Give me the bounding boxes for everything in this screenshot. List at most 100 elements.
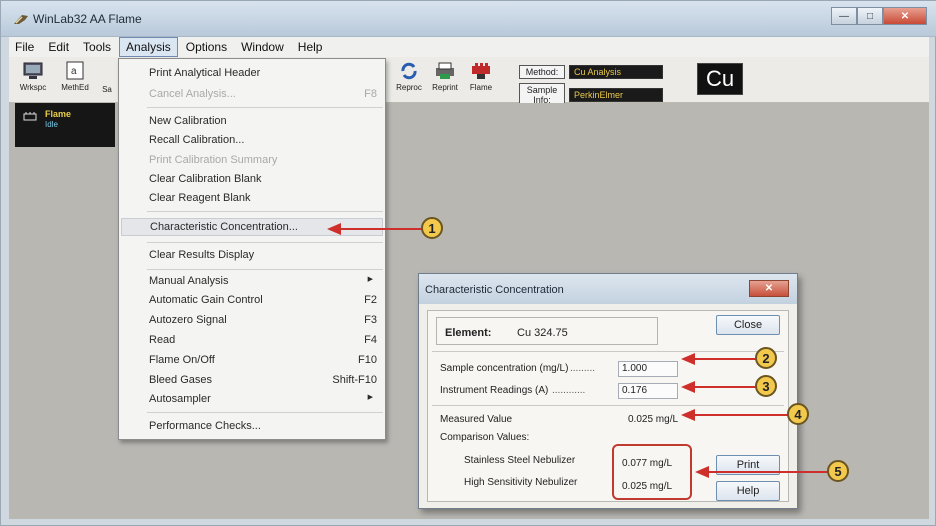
menu-recall-calibration[interactable]: Recall Calibration...: [149, 134, 379, 146]
sample-concentration-label: Sample concentration (mg/L): [440, 363, 569, 374]
menu-separator: [147, 107, 383, 108]
sample-button-label: Sa: [102, 85, 112, 94]
menu-separator: [147, 211, 383, 212]
sample-concentration-input[interactable]: 1.000: [618, 361, 678, 377]
flame-button[interactable]: Flame: [461, 61, 501, 99]
arrow-line-4: [693, 414, 789, 416]
dialog-title: Characteristic Concentration: [425, 284, 564, 296]
reprocess-icon: [401, 62, 417, 80]
stainless-steel-nebulizer-label: Stainless Steel Nebulizer: [464, 455, 576, 466]
instrument-readings-label: Instrument Readings (A): [440, 385, 549, 396]
menu-bleed-gases[interactable]: Bleed Gases Shift-F10: [149, 374, 379, 386]
arrow-line-2: [693, 358, 757, 360]
callout-1: 1: [421, 217, 443, 239]
menu-help[interactable]: Help: [292, 38, 329, 56]
menu-options[interactable]: Options: [180, 38, 233, 56]
menu-new-calibration[interactable]: New Calibration: [149, 115, 379, 127]
menu-autozero-signal[interactable]: Autozero Signal F3: [149, 314, 379, 326]
menu-print-calibration-summary[interactable]: Print Calibration Summary: [149, 154, 379, 166]
instrument-readings-input[interactable]: 0.176: [618, 383, 678, 399]
method-editor-button[interactable]: a MethEd: [55, 61, 95, 99]
sample-info-value: PerkinElmer: [569, 88, 663, 102]
menu-analysis[interactable]: Analysis: [119, 37, 178, 57]
menu-separator: [147, 242, 383, 243]
menu-flame-on-off[interactable]: Flame On/Off F10: [149, 354, 379, 366]
menu-file[interactable]: File: [9, 38, 40, 56]
reprocess-button[interactable]: Reproc: [389, 61, 429, 99]
measured-value-label: Measured Value: [440, 414, 513, 425]
reprint-button-label: Reprint: [432, 83, 458, 92]
method-editor-button-label: MethEd: [61, 83, 89, 92]
menu-clear-calibration-blank[interactable]: Clear Calibration Blank: [149, 173, 379, 185]
close-button[interactable]: Close: [716, 315, 780, 335]
printer-icon: [436, 62, 454, 79]
dialog-close-x-button[interactable]: ✕: [749, 280, 789, 297]
method-row: Method: Cu Analysis: [519, 65, 663, 79]
comparison-values-highlight: [612, 444, 692, 500]
reprocess-button-label: Reproc: [396, 83, 422, 92]
workspace-button-label: Wrkspc: [19, 83, 47, 92]
leader-dots: ............: [552, 385, 586, 396]
menu-performance-checks[interactable]: Performance Checks...: [149, 420, 379, 432]
element-info-box: Element: Cu 324.75: [436, 317, 658, 345]
menu-cancel-analysis[interactable]: Cancel Analysis... F8: [149, 88, 379, 100]
submenu-arrow-icon: ▶: [367, 276, 373, 283]
minimize-button[interactable]: —: [831, 7, 857, 25]
measured-value: 0.025 mg/L: [628, 414, 679, 425]
arrow-line-1: [339, 228, 423, 230]
title-bar: WinLab32 AA Flame — □ ✕: [1, 1, 936, 37]
flame-burner-icon: [472, 63, 490, 79]
menu-print-analytical-header[interactable]: Print Analytical Header: [149, 67, 379, 79]
menu-automatic-gain-control[interactable]: Automatic Gain Control F2: [149, 294, 379, 306]
menu-clear-reagent-blank[interactable]: Clear Reagent Blank: [149, 192, 379, 204]
callout-2: 2: [755, 347, 777, 369]
arrow-line-3: [693, 386, 757, 388]
burner-status-icon: [23, 112, 37, 121]
method-value: Cu Analysis: [569, 65, 663, 79]
status-idle-label: Idle: [45, 120, 58, 129]
menu-separator: [147, 269, 383, 270]
analysis-dropdown-menu: Print Analytical Header Cancel Analysis.…: [118, 58, 386, 440]
comparison-values-label: Comparison Values:: [440, 432, 530, 443]
app-logo-icon: [14, 15, 28, 24]
element-value: Cu 324.75: [517, 327, 568, 339]
menu-autosampler[interactable]: Autosampler ▶: [149, 393, 379, 405]
method-label: Method:: [519, 65, 565, 79]
arrow-line-5: [707, 471, 829, 473]
workspace-button[interactable]: Wrkspc: [13, 61, 53, 99]
window-title: WinLab32 AA Flame: [33, 12, 142, 26]
window-controls: — □ ✕: [831, 7, 927, 25]
reprint-button[interactable]: Reprint: [425, 61, 465, 99]
element-label: Element:: [445, 327, 492, 339]
menu-bar: File Edit Tools Analysis Options Window …: [9, 37, 929, 57]
help-button[interactable]: Help: [716, 481, 780, 501]
workspace-icon: [23, 62, 43, 79]
menu-characteristic-concentration[interactable]: Characteristic Concentration...: [121, 218, 383, 236]
svg-text:a: a: [71, 66, 77, 77]
flame-button-label: Flame: [469, 83, 493, 92]
high-sensitivity-nebulizer-label: High Sensitivity Nebulizer: [464, 477, 578, 488]
close-window-button[interactable]: ✕: [883, 7, 927, 25]
dialog-body: Element: Cu 324.75 Close Sample concentr…: [427, 310, 789, 502]
sample-button[interactable]: Sa: [97, 61, 117, 99]
menu-manual-analysis[interactable]: Manual Analysis ▶: [149, 275, 379, 287]
leader-dots: .........: [570, 363, 596, 374]
callout-4: 4: [787, 403, 809, 425]
dialog-title-bar: Characteristic Concentration ✕: [419, 274, 797, 304]
menu-read[interactable]: Read F4: [149, 334, 379, 346]
element-badge: Cu: [697, 63, 743, 95]
flame-status-tile[interactable]: Flame Idle: [15, 103, 115, 147]
callout-3: 3: [755, 375, 777, 397]
characteristic-concentration-dialog: Characteristic Concentration ✕ Element: …: [418, 273, 798, 509]
menu-window[interactable]: Window: [235, 38, 290, 56]
menu-clear-results-display[interactable]: Clear Results Display: [149, 249, 379, 261]
divider: [432, 405, 784, 406]
method-editor-icon: a: [66, 61, 84, 80]
callout-5: 5: [827, 460, 849, 482]
maximize-button[interactable]: □: [857, 7, 883, 25]
menu-edit[interactable]: Edit: [42, 38, 75, 56]
divider: [432, 351, 784, 352]
submenu-arrow-icon: ▶: [367, 394, 373, 401]
menu-tools[interactable]: Tools: [77, 38, 117, 56]
status-flame-label: Flame: [45, 109, 72, 119]
